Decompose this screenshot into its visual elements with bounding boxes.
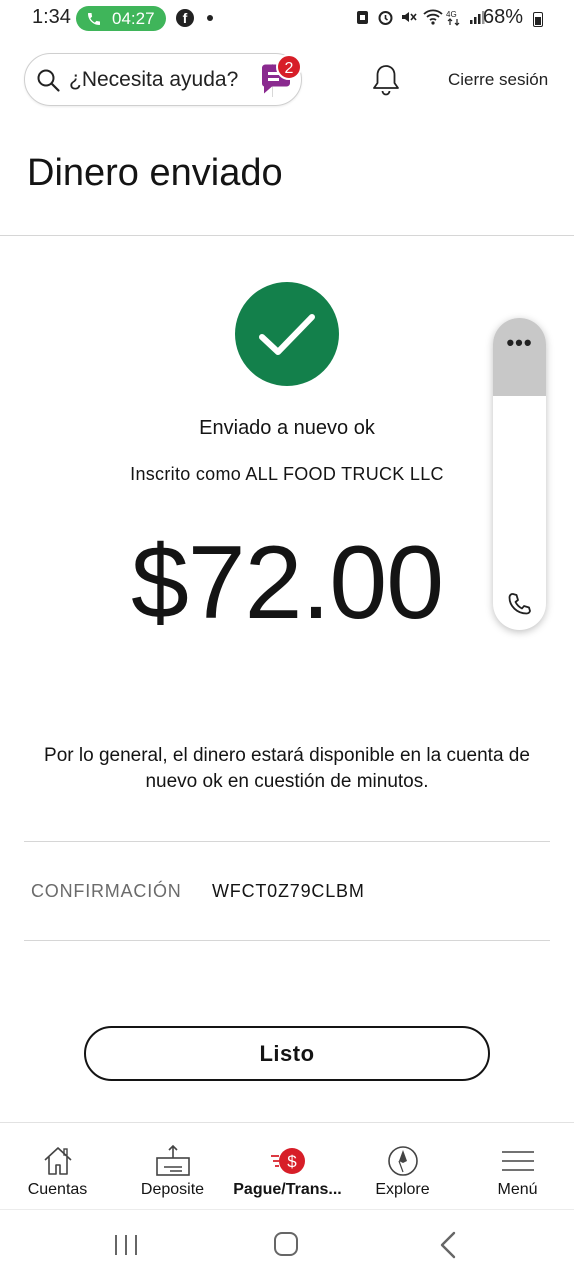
back-icon[interactable] — [438, 1230, 458, 1260]
lte-icon: 4G — [446, 8, 463, 26]
svg-text:4G: 4G — [446, 10, 457, 19]
success-check-icon — [235, 282, 339, 386]
search-icon — [37, 69, 60, 92]
pay-transfer-icon: $ — [270, 1148, 305, 1174]
more-options-icon[interactable]: ••• — [493, 330, 546, 356]
notification-dot-icon — [207, 15, 213, 21]
facebook-icon: f — [176, 9, 194, 27]
done-button[interactable]: Listo — [84, 1026, 490, 1081]
nav-item-explore[interactable]: Explore — [345, 1123, 460, 1209]
nav-label: Pague/Trans... — [233, 1181, 342, 1198]
deposit-icon — [155, 1144, 190, 1176]
system-nav-bar — [0, 1209, 574, 1280]
enrolled-as-text: Inscrito como ALL FOOD TRUCK LLC — [130, 464, 444, 484]
bell-icon[interactable] — [371, 63, 401, 97]
nav-item-menu[interactable]: Menú — [460, 1123, 574, 1209]
bottom-nav: Cuentas Deposite $ Pague/Trans... Explor… — [0, 1123, 574, 1209]
search-placeholder: ¿Necesita ayuda? — [69, 68, 239, 91]
nav-label: Deposite — [140, 1181, 205, 1198]
logout-link[interactable]: Cierre sesión — [448, 70, 548, 90]
phone-icon — [88, 12, 100, 25]
amount-sent: $72.00 — [130, 525, 444, 641]
availability-note: Por lo general, el dinero estará disponi… — [44, 745, 530, 792]
confirmation-number: WFCT0Z79CLBM — [212, 881, 365, 901]
sent-to-text: Enviado a nuevo ok — [199, 417, 375, 439]
divider — [24, 940, 550, 941]
svg-text:$: $ — [287, 1152, 297, 1171]
recent-apps-icon[interactable] — [113, 1233, 139, 1257]
floating-call-widget[interactable]: ••• — [493, 318, 546, 630]
call-timer: 04:27 — [112, 8, 155, 28]
battery-percent: 68% — [483, 6, 524, 28]
lock-icon — [354, 8, 371, 26]
compass-icon — [387, 1146, 418, 1176]
status-time: 1:34 — [32, 6, 71, 28]
confirmation-label: CONFIRMACIÓN — [31, 881, 182, 901]
alarm-icon — [377, 8, 394, 26]
nav-item-accounts[interactable]: Cuentas — [0, 1123, 115, 1209]
phone-icon[interactable] — [505, 590, 533, 618]
nav-item-pay-transfer[interactable]: $ Pague/Trans... — [230, 1123, 345, 1209]
mute-icon — [400, 8, 417, 26]
page-title: Dinero enviado — [27, 152, 283, 194]
divider — [24, 841, 550, 842]
house-icon — [43, 1147, 72, 1175]
nav-label: Cuentas — [27, 1181, 88, 1198]
nav-item-deposit[interactable]: Deposite — [115, 1123, 230, 1209]
battery-icon — [533, 12, 543, 27]
status-icons: 4G — [354, 8, 486, 26]
wifi-icon — [423, 8, 443, 26]
nav-label: Menú — [497, 1181, 538, 1198]
chat-badge: 2 — [276, 54, 302, 80]
nav-label: Explore — [375, 1181, 430, 1198]
ongoing-call-pill[interactable]: 04:27 — [76, 6, 166, 31]
menu-icon — [501, 1151, 534, 1171]
divider — [0, 235, 574, 236]
status-bar: 1:34 04:27 f 4G 68% — [0, 0, 574, 38]
home-icon[interactable] — [274, 1232, 298, 1256]
